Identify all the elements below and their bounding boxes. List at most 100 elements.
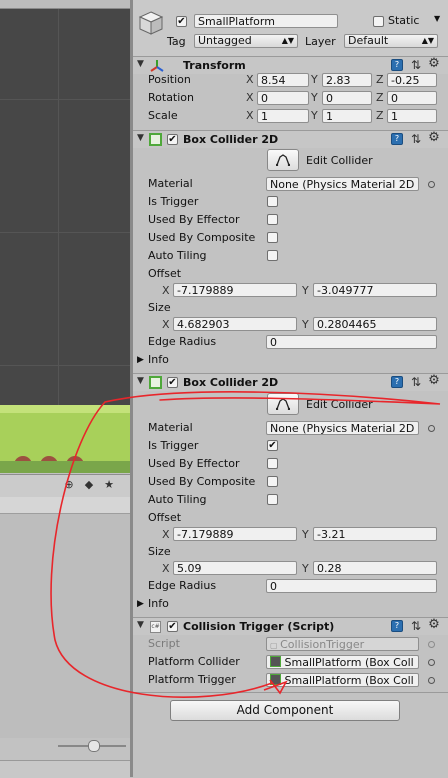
preset-icon[interactable]: ⇅ — [409, 58, 423, 72]
info-foldout-label[interactable]: Info — [148, 597, 169, 610]
project-assets-area[interactable] — [0, 514, 130, 738]
collider-2-offset-y-field[interactable]: -3.21 — [313, 527, 437, 541]
help-book-icon[interactable]: ? — [391, 620, 403, 632]
object-picker-icon — [428, 641, 435, 648]
help-book-icon[interactable]: ? — [391, 59, 403, 71]
collider-2-size-y-field[interactable]: 0.28 — [313, 561, 437, 575]
gameobject-name-field[interactable]: SmallPlatform — [194, 14, 338, 28]
foldout-arrow-icon[interactable]: ▼ — [137, 59, 144, 69]
preset-icon[interactable]: ⇅ — [409, 375, 423, 389]
collider-2-edge-radius-field[interactable]: 0 — [266, 579, 437, 593]
ground-platform-sprite[interactable] — [0, 405, 130, 473]
collider-1-size-y-field[interactable]: 0.2804465 — [313, 317, 437, 331]
rotation-y-field[interactable]: 0 — [322, 91, 372, 105]
collider-1-used-by-effector-checkbox[interactable] — [267, 214, 278, 225]
check-mark-icon: ✔ — [177, 16, 186, 27]
foldout-arrow-icon[interactable]: ▼ — [137, 376, 144, 386]
rotation-x-field[interactable]: 0 — [257, 91, 309, 105]
collision-trigger-header[interactable]: ▼ c# ✔ Collision Trigger (Script) ? ⇅ ⚙ — [133, 617, 448, 635]
gear-icon[interactable]: ⚙ — [427, 618, 441, 632]
info-foldout-label[interactable]: Info — [148, 353, 169, 366]
tag-label: Tag — [167, 35, 186, 48]
static-dropdown-arrow-icon[interactable]: ▼ — [434, 14, 440, 23]
collider-1-offset-y-field[interactable]: -3.049777 — [313, 283, 437, 297]
platform-trigger-field[interactable]: SmallPlatform (Box Coll — [266, 673, 419, 687]
object-picker-icon[interactable] — [428, 181, 435, 188]
collab-icon[interactable]: ⊕ — [62, 478, 76, 492]
collision-trigger-enabled-checkbox[interactable]: ✔ — [167, 621, 178, 632]
box-collider-2-enabled-checkbox[interactable]: ✔ — [167, 377, 178, 388]
box-collider-icon — [270, 656, 281, 667]
material-label: Material — [148, 421, 193, 434]
preset-icon[interactable]: ⇅ — [409, 619, 423, 633]
edit-collider-icon — [275, 154, 291, 167]
project-panel-footer — [0, 760, 130, 778]
asset-zoom-slider-thumb[interactable] — [88, 740, 100, 752]
edit-collider-2-button[interactable] — [267, 393, 299, 415]
box-collider-1-enabled-checkbox[interactable]: ✔ — [167, 134, 178, 145]
foldout-arrow-icon[interactable]: ▶ — [137, 599, 144, 609]
project-search-bar[interactable] — [0, 497, 130, 514]
transform-axes-icon — [150, 60, 164, 72]
static-checkbox[interactable] — [373, 16, 384, 27]
collider-1-is-trigger-checkbox[interactable] — [267, 196, 278, 207]
gear-icon[interactable]: ⚙ — [427, 57, 441, 71]
gameobject-cube-icon — [138, 11, 164, 35]
scale-x-field[interactable]: 1 — [257, 109, 309, 123]
object-picker-icon[interactable] — [428, 659, 435, 666]
collider-1-used-by-composite-checkbox[interactable] — [267, 232, 278, 243]
gear-icon[interactable]: ⚙ — [427, 131, 441, 145]
layer-dropdown[interactable]: Default ▲▼ — [344, 34, 438, 48]
transform-header[interactable]: ▼ Transform ? ⇅ ⚙ — [133, 56, 448, 74]
position-z-field[interactable]: -0.25 — [387, 73, 437, 87]
add-component-button[interactable]: Add Component — [170, 700, 400, 721]
offset-label: Offset — [148, 511, 182, 524]
platform-collider-field[interactable]: SmallPlatform (Box Coll — [266, 655, 419, 669]
collider-1-material-field[interactable]: None (Physics Material 2D — [266, 177, 419, 191]
rotation-label: Rotation — [148, 91, 195, 104]
foldout-arrow-icon[interactable]: ▼ — [137, 620, 144, 630]
collider-2-is-trigger-checkbox[interactable]: ✔ — [267, 440, 278, 451]
foldout-arrow-icon[interactable]: ▶ — [137, 355, 144, 365]
check-mark-icon: ✔ — [168, 377, 177, 388]
favorite-star-icon[interactable]: ★ — [102, 478, 116, 492]
collider-1-auto-tiling-checkbox[interactable] — [267, 250, 278, 261]
collider-1-edge-radius-field[interactable]: 0 — [266, 335, 437, 349]
collider-2-offset-x-field[interactable]: -7.179889 — [173, 527, 297, 541]
tag-dropdown[interactable]: Untagged ▲▼ — [194, 34, 298, 48]
label-tag-icon[interactable]: ◆ — [82, 478, 96, 492]
scale-y-field[interactable]: 1 — [322, 109, 372, 123]
preset-icon[interactable]: ⇅ — [409, 132, 423, 146]
platform-trigger-label: Platform Trigger — [148, 673, 236, 686]
scene-view[interactable] — [0, 9, 130, 473]
collider-2-auto-tiling-checkbox[interactable] — [267, 494, 278, 505]
help-book-icon[interactable]: ? — [391, 376, 403, 388]
position-x-field[interactable]: 8.54 — [257, 73, 309, 87]
collider-2-used-by-composite-checkbox[interactable] — [267, 476, 278, 487]
scale-z-field[interactable]: 1 — [387, 109, 437, 123]
offset-label: Offset — [148, 267, 182, 280]
object-picker-icon[interactable] — [428, 425, 435, 432]
edit-collider-1-button[interactable] — [267, 149, 299, 171]
collider-2-size-x-field[interactable]: 5.09 — [173, 561, 297, 575]
axis-x-label: X — [246, 73, 254, 86]
scale-label: Scale — [148, 109, 178, 122]
gear-icon[interactable]: ⚙ — [427, 374, 441, 388]
used-by-composite-label: Used By Composite — [148, 231, 256, 244]
box-collider-2-header[interactable]: ▼ ✔ Box Collider 2D ? ⇅ ⚙ — [133, 373, 448, 391]
used-by-composite-label: Used By Composite — [148, 475, 256, 488]
axis-x-label: X — [162, 528, 170, 541]
help-book-icon[interactable]: ? — [391, 133, 403, 145]
position-y-field[interactable]: 2.83 — [322, 73, 372, 87]
object-picker-icon[interactable] — [428, 677, 435, 684]
box-collider-1-header[interactable]: ▼ ✔ Box Collider 2D ? ⇅ ⚙ — [133, 130, 448, 148]
rotation-z-field[interactable]: 0 — [387, 91, 437, 105]
collider-1-offset-x-field[interactable]: -7.179889 — [173, 283, 297, 297]
collider-1-size-x-field[interactable]: 4.682903 — [173, 317, 297, 331]
collider-2-material-field[interactable]: None (Physics Material 2D — [266, 421, 419, 435]
gameobject-active-checkbox[interactable]: ✔ — [176, 16, 187, 27]
foldout-arrow-icon[interactable]: ▼ — [137, 133, 144, 143]
box-collider-2-title: Box Collider 2D — [183, 376, 279, 389]
is-trigger-label: Is Trigger — [148, 195, 199, 208]
collider-2-used-by-effector-checkbox[interactable] — [267, 458, 278, 469]
